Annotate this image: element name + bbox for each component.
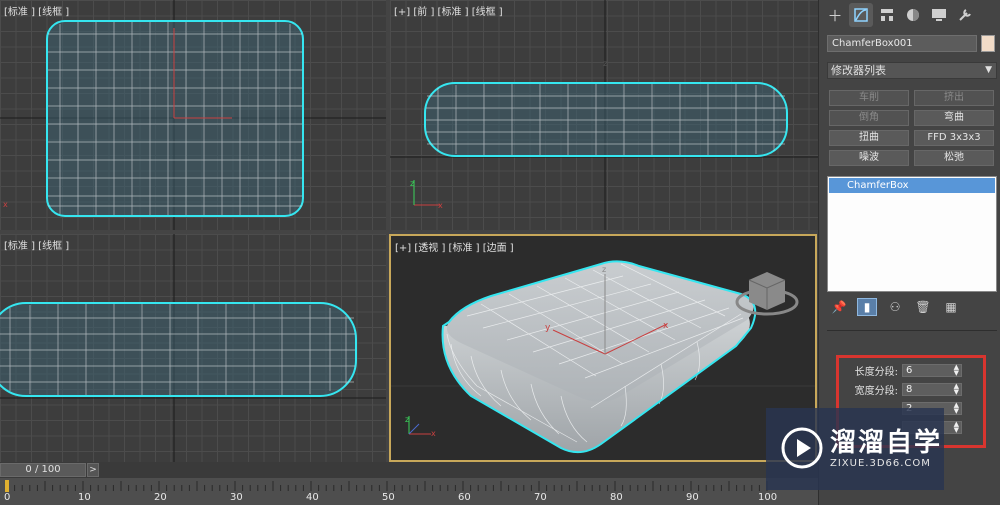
- viewport-front-shade-menu[interactable]: [线框 ]: [472, 7, 503, 18]
- viewport-top-shade-menu[interactable]: [线框 ]: [38, 7, 69, 18]
- watermark-url: ZIXUE.3D66.COM: [830, 458, 931, 469]
- current-frame-marker: [5, 480, 9, 492]
- time-slider[interactable]: 0 / 100 >: [0, 462, 818, 478]
- lathe-button[interactable]: 车削: [829, 90, 909, 106]
- relax-button[interactable]: 松弛: [914, 150, 994, 166]
- next-frame-button[interactable]: >: [87, 463, 99, 477]
- svg-text:x: x: [3, 200, 8, 209]
- modify-icon[interactable]: [849, 3, 873, 27]
- command-panel-tabs: ＋: [819, 0, 1000, 30]
- length-segs-value[interactable]: 6: [906, 365, 912, 376]
- display-icon[interactable]: [927, 3, 951, 27]
- play-logo-icon: [781, 427, 823, 469]
- svg-text:z: z: [602, 265, 606, 274]
- track-ticks: [5, 480, 768, 492]
- tick-label: 70: [534, 492, 547, 503]
- modifier-list-dropdown[interactable]: 修改器列表 ▼: [827, 62, 997, 79]
- perspective-view-mesh: y x z z x: [391, 260, 815, 454]
- viewport-top-view-menu[interactable]: [标准 ]: [4, 7, 35, 18]
- width-segs-label: 宽度分段:: [854, 385, 898, 397]
- svg-text:y: y: [545, 323, 551, 333]
- spinner-arrows-icon[interactable]: ▲ ▼: [954, 363, 959, 376]
- viewport-front-std-menu[interactable]: [标准 ]: [438, 7, 469, 18]
- modifier-list-label: 修改器列表: [831, 64, 886, 77]
- stack-item-chamferbox[interactable]: ChamferBox: [829, 178, 995, 193]
- length-segs-label: 长度分段:: [854, 366, 898, 378]
- svg-text:z: z: [603, 59, 607, 68]
- top-view-wireframe: x: [0, 0, 386, 230]
- viewport-perspective-label[interactable]: [+] [透视 ] [标准 ] [边面 ]: [395, 239, 514, 254]
- create-icon[interactable]: ＋: [823, 3, 847, 27]
- tick-label: 90: [686, 492, 699, 503]
- tick-label: 80: [610, 492, 623, 503]
- tick-label: 10: [78, 492, 91, 503]
- twist-button[interactable]: 扭曲: [829, 130, 909, 146]
- remove-modifier-icon[interactable]: 🗑: [913, 298, 933, 316]
- left-view-wireframe: [0, 234, 386, 462]
- viewport-left[interactable]: [标准 ] [线框 ]: [0, 234, 386, 462]
- spinner-arrows-icon[interactable]: ▲ ▼: [954, 420, 959, 433]
- ffd-button[interactable]: FFD 3x3x3: [914, 130, 994, 146]
- viewport-top[interactable]: x [标准 ] [线框 ]: [0, 0, 386, 230]
- watermark: 溜溜自学 ZIXUE.3D66.COM: [766, 408, 944, 490]
- viewport-front[interactable]: z x z [+] [前 ] [标准 ] [线框 ]: [390, 0, 818, 230]
- tick-label: 30: [230, 492, 243, 503]
- tick-label: 60: [458, 492, 471, 503]
- viewport-persp-shade-menu[interactable]: [边面 ]: [483, 243, 514, 254]
- viewport-front-label[interactable]: [+] [前 ] [标准 ] [线框 ]: [394, 3, 503, 18]
- viewport-left-view-menu[interactable]: [标准 ]: [4, 241, 35, 252]
- rollout-divider: [827, 330, 997, 331]
- chevron-down-icon: ▼: [985, 65, 992, 75]
- configure-sets-icon[interactable]: ▦: [941, 298, 961, 316]
- bend-button[interactable]: 弯曲: [914, 110, 994, 126]
- time-slider-thumb[interactable]: 0 / 100: [0, 463, 86, 477]
- make-unique-icon[interactable]: ⚇: [885, 298, 905, 316]
- viewport-persp-plus-menu[interactable]: [+]: [395, 243, 411, 254]
- svg-text:x: x: [431, 429, 436, 438]
- spinner-arrows-icon[interactable]: ▲ ▼: [954, 401, 959, 414]
- tick-label: 0: [4, 492, 11, 503]
- width-segs-row: 宽度分段: 8 ▲ ▼: [830, 382, 962, 397]
- viewport-left-shade-menu[interactable]: [线框 ]: [38, 241, 69, 252]
- hierarchy-icon[interactable]: [875, 3, 899, 27]
- watermark-title: 溜溜自学: [830, 428, 943, 458]
- spinner-arrows-icon[interactable]: ▲ ▼: [954, 382, 959, 395]
- tick-label: 100: [758, 492, 778, 503]
- pin-stack-icon[interactable]: 📌: [829, 298, 849, 316]
- utilities-icon[interactable]: [953, 3, 977, 27]
- length-segs-spinner[interactable]: 6 ▲ ▼: [902, 363, 962, 377]
- tick-label: 20: [154, 492, 167, 503]
- svg-text:z: z: [405, 415, 409, 424]
- viewport-top-label[interactable]: [标准 ] [线框 ]: [4, 3, 69, 18]
- show-end-result-icon[interactable]: ▮: [857, 298, 877, 316]
- width-segs-spinner[interactable]: 8 ▲ ▼: [902, 382, 962, 396]
- tick-label: 40: [306, 492, 319, 503]
- chamfer-button[interactable]: 倒角: [829, 110, 909, 126]
- track-bar[interactable]: 0 10 20 30 40 50 60 70 80 90 100: [0, 478, 818, 505]
- width-segs-value[interactable]: 8: [906, 384, 912, 395]
- viewport-front-view-menu[interactable]: [前 ]: [413, 7, 434, 18]
- viewport-left-label[interactable]: [标准 ] [线框 ]: [4, 237, 69, 252]
- viewport-perspective[interactable]: y x z z x [+] [透视 ] [标准 ] [边面 ]: [389, 234, 817, 462]
- stack-tools: 📌 ▮ ⚇ 🗑 ▦: [829, 298, 961, 316]
- modifier-stack[interactable]: ChamferBox: [827, 176, 997, 292]
- svg-text:x: x: [663, 321, 669, 331]
- front-view-wireframe: z x z: [390, 0, 818, 230]
- motion-icon[interactable]: [901, 3, 925, 27]
- object-color-swatch[interactable]: [981, 35, 995, 52]
- svg-text:z: z: [410, 179, 414, 188]
- object-name-field[interactable]: ChamferBox001: [827, 35, 977, 52]
- noise-button[interactable]: 噪波: [829, 150, 909, 166]
- viewport-persp-view-menu[interactable]: [透视 ]: [414, 243, 445, 254]
- svg-text:x: x: [438, 201, 443, 210]
- length-segs-row: 长度分段: 6 ▲ ▼: [830, 363, 962, 378]
- viewport-persp-std-menu[interactable]: [标准 ]: [449, 243, 480, 254]
- extrude-button[interactable]: 挤出: [914, 90, 994, 106]
- viewport-front-plus-menu[interactable]: [+]: [394, 7, 410, 18]
- tick-label: 50: [382, 492, 395, 503]
